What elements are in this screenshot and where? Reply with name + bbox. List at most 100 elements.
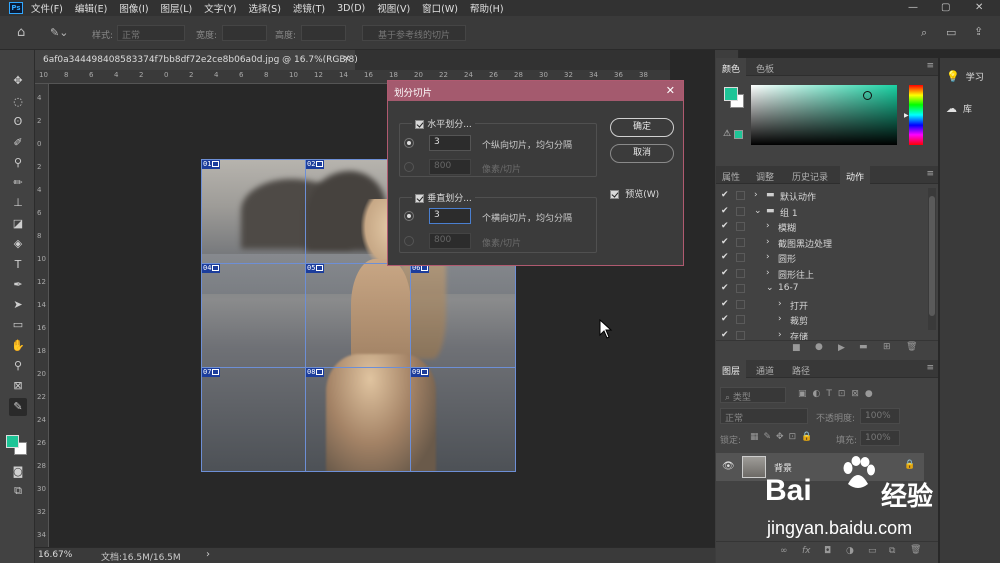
out-of-gamut-warning-icon[interactable]: ⚠: [723, 129, 731, 139]
stamp-tool-icon[interactable]: ⊥: [9, 194, 27, 212]
slice-badge[interactable]: 01: [202, 160, 221, 169]
menu-image[interactable]: 图像(I): [119, 1, 148, 15]
actions-scrollbar[interactable]: [928, 188, 936, 330]
search-icon[interactable]: ⌕: [921, 26, 927, 40]
slice-tool-preset-icon[interactable]: ✎⌄: [50, 26, 68, 39]
horizontal-pixel-input[interactable]: 800: [429, 159, 471, 175]
action-dialog-toggle[interactable]: [736, 206, 745, 216]
slice-badge[interactable]: 04: [202, 264, 221, 273]
slice-badge[interactable]: 02: [306, 160, 325, 169]
action-dialog-toggle[interactable]: [736, 299, 745, 309]
learn-panel-button[interactable]: 💡 学习: [946, 70, 984, 83]
pen-tool-icon[interactable]: ✒: [9, 276, 27, 294]
menu-file[interactable]: 文件(F): [31, 1, 63, 15]
screen-mode-icon[interactable]: ⧉: [9, 482, 27, 500]
transform-tool-icon[interactable]: ⊠: [9, 377, 27, 395]
width-input[interactable]: [222, 25, 267, 41]
quick-select-tool-icon[interactable]: ✐: [9, 134, 27, 152]
expand-arrow-icon[interactable]: ›: [766, 237, 770, 247]
hand-tool-icon[interactable]: ✋: [9, 337, 27, 355]
action-row[interactable]: ✔ › 模糊: [716, 219, 928, 235]
tab-adjustments[interactable]: 调整: [750, 166, 780, 184]
minimize-button[interactable]: —: [908, 2, 918, 13]
tab-paths[interactable]: 路径: [786, 360, 816, 378]
tab-properties[interactable]: 属性: [716, 166, 746, 184]
horizontal-count-input[interactable]: 3: [429, 135, 471, 151]
expand-arrow-icon[interactable]: ›: [754, 190, 758, 200]
action-dialog-toggle[interactable]: [736, 330, 745, 340]
status-menu-arrow[interactable]: ›: [206, 549, 210, 560]
action-enabled-check-icon[interactable]: ✔: [721, 268, 729, 278]
layer-filter-icons[interactable]: ▣◐T⊡⊠●: [798, 389, 879, 399]
vertical-divide-checkbox[interactable]: 垂直划分...: [412, 191, 475, 204]
close-window-button[interactable]: ✕: [975, 2, 983, 13]
lasso-tool-icon[interactable]: ʘ: [9, 113, 27, 131]
horizontal-count-radio[interactable]: [404, 138, 414, 148]
tab-history[interactable]: 历史记录: [786, 166, 834, 184]
menu-help[interactable]: 帮助(H): [470, 1, 504, 15]
dialog-close-icon[interactable]: ✕: [666, 84, 675, 97]
action-enabled-check-icon[interactable]: ✔: [721, 283, 729, 293]
action-row[interactable]: ✔ › ▬ 默认动作: [716, 188, 928, 204]
zoom-level[interactable]: 16.67%: [38, 550, 72, 560]
slice-tool-icon[interactable]: ✎: [9, 398, 27, 416]
expand-arrow-icon[interactable]: ›: [778, 299, 782, 309]
menu-window[interactable]: 窗口(W): [422, 1, 458, 15]
play-icon[interactable]: ▶: [838, 343, 845, 353]
gamut-swatch[interactable]: [734, 130, 743, 139]
tab-color[interactable]: 颜色: [716, 58, 747, 76]
action-dialog-toggle[interactable]: [736, 315, 745, 324]
slice-badge[interactable]: 07: [202, 368, 221, 377]
fill-input[interactable]: 100%: [860, 430, 900, 446]
menu-layer[interactable]: 图层(L): [161, 1, 193, 15]
share-icon[interactable]: ⇪: [974, 25, 983, 38]
color-picker-marker[interactable]: [863, 91, 872, 100]
expand-arrow-icon[interactable]: ›: [766, 252, 770, 262]
brush-tool-icon[interactable]: ✏: [9, 174, 27, 192]
preview-checkbox[interactable]: 预览(W): [610, 187, 659, 200]
panel-menu-icon[interactable]: ≡: [926, 363, 934, 373]
action-enabled-check-icon[interactable]: ✔: [721, 206, 729, 216]
action-row[interactable]: ✔ › 截图黑边处理: [716, 235, 928, 251]
action-enabled-check-icon[interactable]: ✔: [721, 314, 729, 324]
new-set-icon[interactable]: ▬: [859, 342, 868, 352]
vertical-count-radio[interactable]: [404, 211, 414, 221]
layer-filter-select[interactable]: ⌕ 类型: [720, 387, 786, 403]
paint-bucket-tool-icon[interactable]: ◈: [9, 235, 27, 253]
expand-arrow-icon[interactable]: ›: [778, 330, 782, 340]
eyedropper-tool-icon[interactable]: ⚲: [9, 154, 27, 172]
maximize-button[interactable]: ▢: [941, 2, 950, 13]
zoom-tool-icon[interactable]: ⚲: [9, 357, 27, 375]
tab-actions[interactable]: 动作: [840, 166, 871, 184]
type-tool-icon[interactable]: T: [9, 256, 27, 274]
color-foreground-swatch[interactable]: [724, 87, 738, 101]
delete-action-icon[interactable]: 🗑: [906, 342, 917, 352]
horizontal-divide-checkbox[interactable]: 水平划分...: [412, 117, 475, 130]
action-dialog-toggle[interactable]: [736, 237, 745, 247]
slices-from-guides-button[interactable]: 基于参考线的切片: [362, 25, 466, 41]
expand-arrow-icon[interactable]: ›: [766, 221, 770, 231]
action-row[interactable]: ✔ › 圆形往上: [716, 266, 928, 282]
action-enabled-check-icon[interactable]: ✔: [721, 190, 729, 200]
action-enabled-check-icon[interactable]: ✔: [721, 237, 729, 247]
tab-swatches[interactable]: 色板: [750, 58, 780, 76]
slice-badge[interactable]: 08: [306, 368, 325, 377]
opacity-input[interactable]: 100%: [860, 408, 900, 424]
hue-slider-pointer-icon[interactable]: ▶: [904, 112, 909, 119]
path-select-tool-icon[interactable]: ➤: [9, 296, 27, 314]
workspace-icon[interactable]: ▭: [946, 26, 956, 39]
action-row[interactable]: ✔ ⌄ ▬ 组 1: [716, 204, 928, 220]
menu-edit[interactable]: 编辑(E): [75, 1, 107, 15]
action-row[interactable]: ✔ › 裁剪: [716, 312, 928, 328]
expand-arrow-icon[interactable]: ›: [766, 268, 770, 278]
document-tab[interactable]: 6af0a344498408583374f7bb8df72e2ce8b06a0d…: [35, 50, 358, 70]
tab-close-icon[interactable]: ×: [343, 54, 351, 64]
action-row[interactable]: ✔ › 存储: [716, 328, 928, 341]
action-enabled-check-icon[interactable]: ✔: [721, 330, 729, 340]
blend-mode-select[interactable]: 正常: [720, 408, 808, 424]
hue-slider[interactable]: [909, 85, 923, 145]
action-dialog-toggle[interactable]: [736, 191, 745, 200]
style-select[interactable]: 正常: [117, 25, 185, 41]
horizontal-pixel-radio[interactable]: [404, 162, 414, 172]
expand-arrow-icon[interactable]: ⌄: [766, 283, 774, 293]
